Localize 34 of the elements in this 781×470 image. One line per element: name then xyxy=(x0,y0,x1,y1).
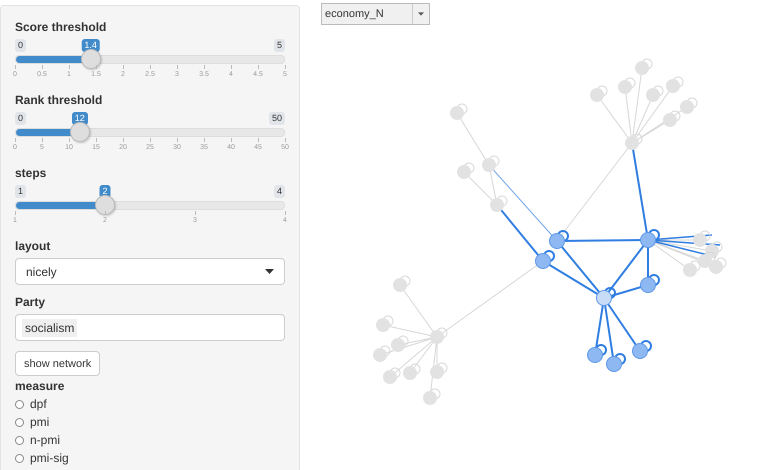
radio-button[interactable] xyxy=(15,436,24,444)
slider-label: Rank threshold xyxy=(15,93,104,107)
radio-label[interactable]: pmi-sig xyxy=(30,451,69,465)
radio-label[interactable]: n-pmi xyxy=(30,433,60,447)
max-value: 50 xyxy=(268,112,285,125)
max-value: 5 xyxy=(274,39,285,52)
radio-button[interactable] xyxy=(15,418,24,426)
radio-label[interactable]: pmi xyxy=(30,415,50,429)
current-value: 1.4 xyxy=(81,39,100,52)
party-label: Party xyxy=(15,295,46,309)
min-value: 0 xyxy=(15,39,26,52)
min-value: 1 xyxy=(15,185,26,198)
radio-label[interactable]: dpf xyxy=(30,397,47,411)
radio-button[interactable] xyxy=(15,400,24,408)
slider[interactable] xyxy=(15,49,285,69)
slider-handle[interactable] xyxy=(94,195,115,215)
party-field[interactable]: socialism xyxy=(15,314,285,341)
node-select[interactable]: economy_N xyxy=(321,3,430,25)
caret-icon xyxy=(418,12,424,16)
slider-label: steps xyxy=(15,166,48,180)
layout-label: layout xyxy=(15,239,52,253)
slider-label: Score threshold xyxy=(15,20,108,34)
show-network-button[interactable]: show network xyxy=(15,351,100,376)
slider[interactable] xyxy=(15,122,285,142)
measure-label: measure xyxy=(15,379,66,393)
max-value: 4 xyxy=(274,185,285,198)
slider[interactable] xyxy=(15,195,285,215)
slider-handle[interactable] xyxy=(70,122,90,142)
caret-icon xyxy=(265,269,274,274)
slider-handle[interactable] xyxy=(80,49,101,69)
party-token[interactable]: socialism xyxy=(22,318,78,336)
layout-select[interactable]: nicely xyxy=(15,258,285,285)
min-value: 0 xyxy=(15,112,26,125)
radio-button[interactable] xyxy=(15,454,24,462)
